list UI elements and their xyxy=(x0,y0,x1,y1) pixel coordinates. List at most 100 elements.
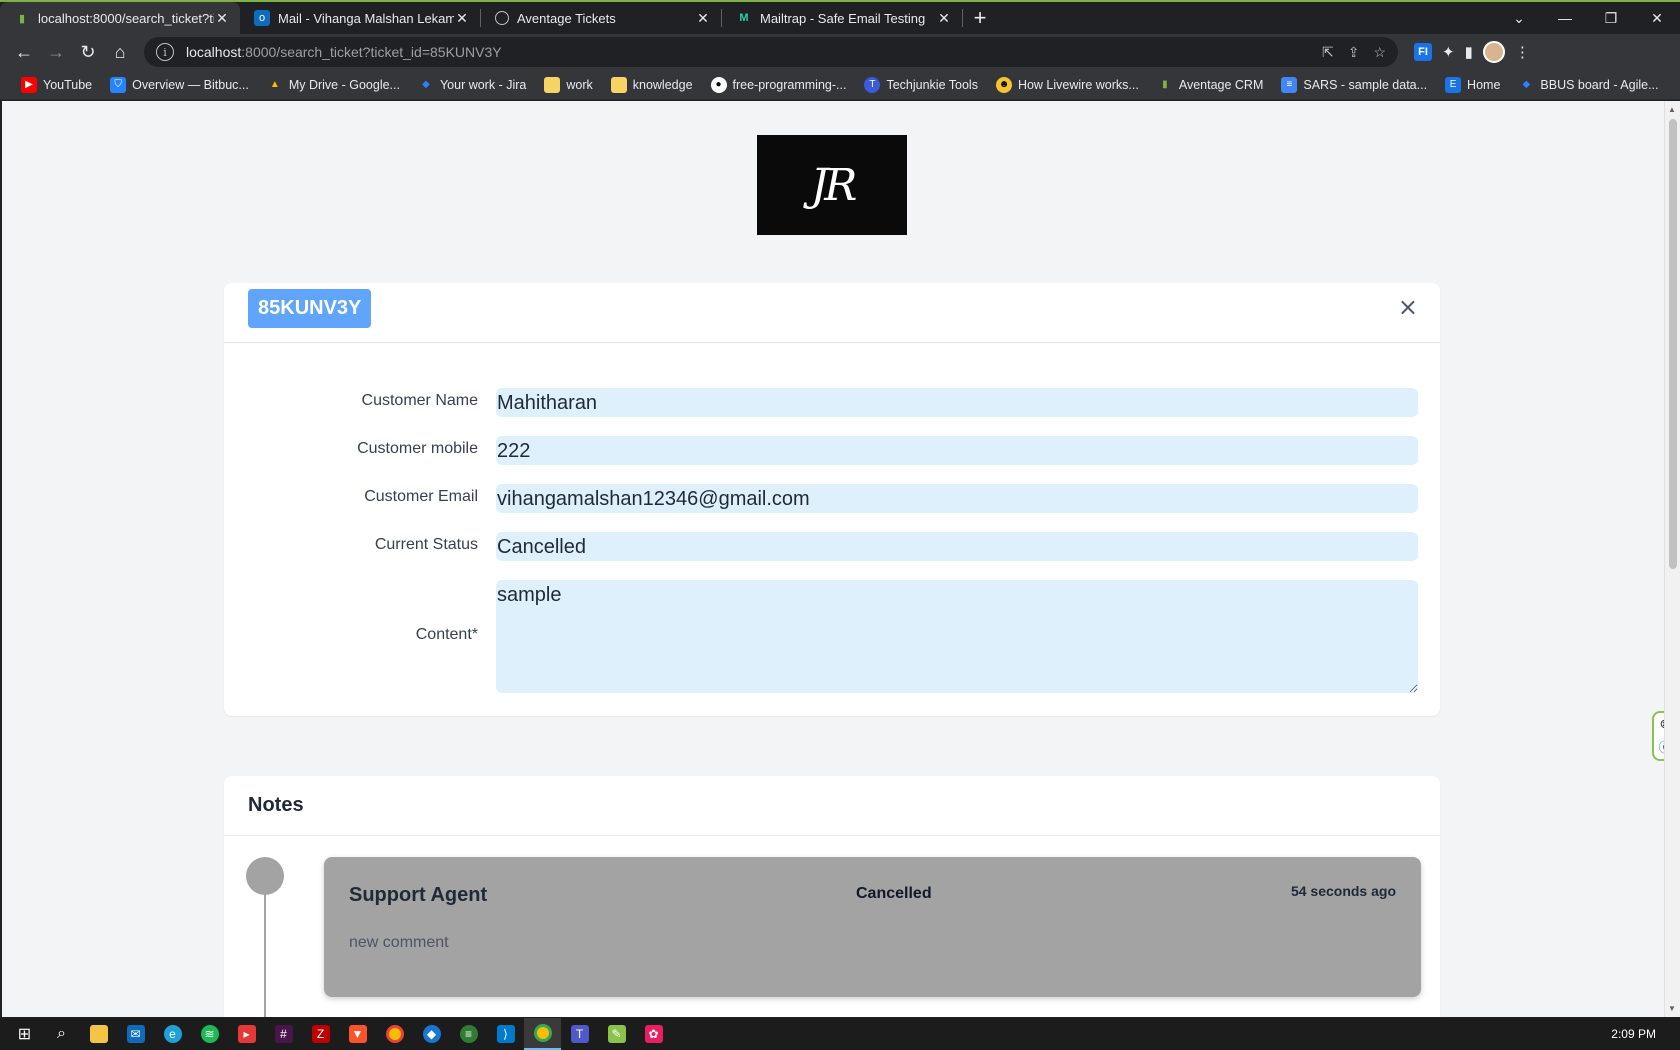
page-scrollbar[interactable]: ▲ ▼ xyxy=(1664,101,1680,1017)
customer-name-field[interactable]: Mahitharan xyxy=(496,388,1418,417)
techjunkie-icon: T xyxy=(864,76,881,93)
mailtrap-icon: M xyxy=(739,12,749,24)
bookmark-free-programming[interactable]: ● free-programming-... xyxy=(702,76,856,93)
tab-mailtrap[interactable]: M Mailtrap - Safe Email Testing ✕ xyxy=(722,2,962,34)
bookmark-youtube[interactable]: ▶ YouTube xyxy=(12,76,101,93)
taskbar-clock: 2:09 PM xyxy=(1611,1027,1656,1041)
address-bar[interactable]: i localhost:8000/search_ticket?ticket_id… xyxy=(144,37,1398,67)
customer-email-field[interactable]: vihangamalshan12346@gmail.com xyxy=(496,484,1418,513)
taskbar-paint[interactable]: ✿ xyxy=(635,1018,672,1050)
filezilla-icon: Z xyxy=(311,1025,330,1043)
app-icon: ◆ xyxy=(422,1025,441,1043)
reload-icon[interactable]: ↻ xyxy=(72,36,104,68)
page-icon: ▮ xyxy=(1162,79,1168,90)
back-icon[interactable]: ← xyxy=(8,36,40,68)
notepad-icon: ✎ xyxy=(607,1025,626,1043)
taskbar-chrome-active[interactable] xyxy=(524,1018,561,1050)
bookmark-techjunkie[interactable]: T Techjunkie Tools xyxy=(855,76,987,93)
minimize-icon[interactable]: — xyxy=(1542,2,1588,34)
chrome-icon xyxy=(385,1025,404,1043)
bookmark-drive[interactable]: ▲ My Drive - Google... xyxy=(258,77,409,93)
new-tab-button[interactable]: + xyxy=(963,2,997,34)
taskbar-chrome[interactable] xyxy=(376,1018,413,1050)
bookmark-star-icon[interactable]: ☆ xyxy=(1373,44,1386,61)
page-viewport: JR 85KUNV3Y × Customer Name Mahitharan C… xyxy=(2,101,1664,1017)
site-info-icon[interactable]: i xyxy=(156,43,174,61)
teams-icon: T xyxy=(570,1025,589,1043)
content-textarea[interactable]: sample xyxy=(496,580,1418,693)
forward-icon[interactable]: → xyxy=(40,36,72,68)
chrome-icon xyxy=(533,1024,552,1042)
current-status-field[interactable]: Cancelled xyxy=(496,532,1418,561)
tab-close-icon[interactable]: ✕ xyxy=(936,10,952,27)
open-external-icon[interactable]: ⇱ xyxy=(1322,44,1334,61)
browser-toolbar: ← → ↻ ⌂ i localhost:8000/search_ticket?t… xyxy=(0,34,1680,70)
taskbar-edge[interactable]: e xyxy=(154,1018,191,1050)
taskbar-app-green[interactable]: ≡ xyxy=(450,1018,487,1050)
taskbar-notepad[interactable]: ✎ xyxy=(598,1018,635,1050)
window-controls: ⌄ — ❐ ✕ xyxy=(1496,2,1680,34)
browser-tab-bar: ▮ localhost:8000/search_ticket?ticke ✕ o… xyxy=(0,0,1680,34)
bookmark-home[interactable]: E Home xyxy=(1436,76,1509,93)
docs-icon: ≡ xyxy=(1281,76,1298,93)
bookmark-knowledge[interactable]: knowledge xyxy=(602,76,702,93)
tab-localhost[interactable]: ▮ localhost:8000/search_ticket?ticke ✕ xyxy=(0,2,240,34)
taskbar-mail[interactable]: ✉ xyxy=(117,1018,154,1050)
scroll-down-icon[interactable]: ▼ xyxy=(1668,1004,1676,1013)
bookmark-aventage-crm[interactable]: ▮ Aventage CRM xyxy=(1148,77,1273,93)
taskbar-search[interactable]: ⌕ xyxy=(43,1018,80,1050)
bookmark-sars[interactable]: ≡ SARS - sample data... xyxy=(1272,76,1436,93)
tab-title: Mailtrap - Safe Email Testing xyxy=(760,10,926,26)
notes-header: Notes xyxy=(224,776,1440,836)
globe-icon xyxy=(495,11,509,25)
jira-icon: ◆ xyxy=(1522,79,1531,90)
menu-kebab-icon[interactable]: ⋮ xyxy=(1515,43,1530,61)
share-icon[interactable]: ⇪ xyxy=(1348,44,1360,61)
jira-icon: ◆ xyxy=(422,79,430,90)
ticket-id-badge: 85KUNV3Y xyxy=(248,289,372,328)
bookmark-bitbucket[interactable]: ⛉ Overview — Bitbuc... xyxy=(101,76,258,93)
taskbar-vscode[interactable]: ⟩ xyxy=(487,1018,524,1050)
extensions-puzzle-icon[interactable]: ✦ xyxy=(1442,43,1455,61)
taskbar-filezilla[interactable]: Z xyxy=(302,1018,339,1050)
note-comment: new comment xyxy=(349,934,449,951)
tab-close-icon[interactable]: ✕ xyxy=(695,10,711,27)
scrollbar-thumb[interactable] xyxy=(1669,119,1677,569)
start-button[interactable]: ⊞ xyxy=(6,1018,43,1050)
bitbucket-icon: ⛉ xyxy=(110,76,127,93)
slack-icon: # xyxy=(274,1025,293,1043)
timeline-line xyxy=(264,893,266,1017)
youtube-icon: ▶ xyxy=(21,76,37,93)
tab-aventage[interactable]: Aventage Tickets ✕ xyxy=(481,2,721,34)
taskbar-slack[interactable]: # xyxy=(265,1018,302,1050)
customer-mobile-field[interactable]: 222 xyxy=(496,436,1418,465)
taskbar-teams[interactable]: T xyxy=(561,1018,598,1050)
bookmark-work[interactable]: work xyxy=(535,76,601,93)
tab-close-icon[interactable]: ✕ xyxy=(214,10,230,27)
taskbar-recorder[interactable]: ▸ xyxy=(228,1018,265,1050)
ticket-header: 85KUNV3Y × xyxy=(224,283,1440,343)
bookmark-jira[interactable]: ◆ Your work - Jira xyxy=(409,77,535,93)
notes-title: Notes xyxy=(248,794,304,816)
tab-search-icon[interactable]: ⌄ xyxy=(1496,2,1542,34)
taskbar-brave[interactable]: ▼ xyxy=(339,1018,376,1050)
note-item: Support Agent Cancelled 54 seconds ago n… xyxy=(324,857,1421,997)
taskbar-spotify[interactable]: ≋ xyxy=(191,1018,228,1050)
close-icon[interactable]: × xyxy=(1398,293,1418,321)
home-icon[interactable]: ⌂ xyxy=(104,36,136,68)
tab-close-icon[interactable]: ✕ xyxy=(454,10,470,27)
tab-mail[interactable]: o Mail - Vihanga Malshan Lekamala ✕ xyxy=(240,2,480,34)
taskbar-app-blue[interactable]: ◆ xyxy=(413,1018,450,1050)
tab-title: Aventage Tickets xyxy=(517,10,616,26)
close-window-icon[interactable]: ✕ xyxy=(1634,2,1680,34)
extension-fi-icon[interactable]: FI xyxy=(1414,43,1432,61)
profile-avatar[interactable] xyxy=(1482,41,1505,63)
bookmark-bbus[interactable]: ◆ BBUS board - Agile... xyxy=(1509,77,1667,93)
scroll-up-icon[interactable]: ▲ xyxy=(1668,105,1676,114)
side-panel-icon[interactable]: ▮ xyxy=(1465,43,1473,61)
bookmark-livewire[interactable]: ☻ How Livewire works... xyxy=(987,76,1148,93)
mail-icon: ✉ xyxy=(126,1025,145,1043)
restore-icon[interactable]: ❐ xyxy=(1588,2,1634,34)
taskbar-explorer[interactable] xyxy=(80,1018,117,1050)
extensions-area: FI ✦ ▮ ⋮ xyxy=(1414,41,1530,63)
